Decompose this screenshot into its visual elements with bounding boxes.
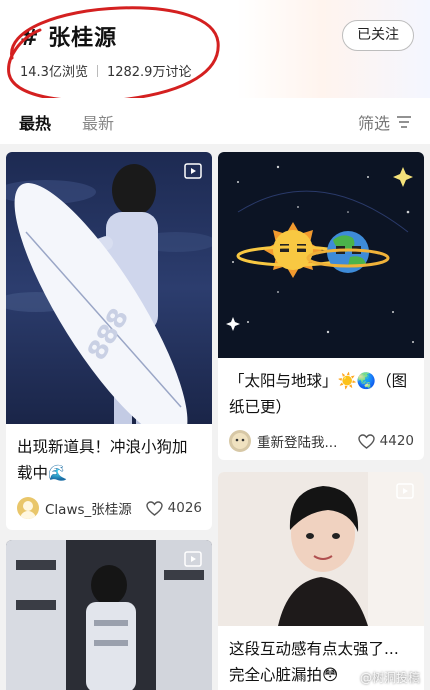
topic-title: # 张桂源 [20,26,118,51]
like-count: 4420 [379,433,414,449]
post-card[interactable] [6,540,212,690]
follow-button[interactable]: 已关注 [342,20,414,51]
tab-latest[interactable]: 最新 [82,110,114,134]
post-title[interactable]: 「太阳与地球」☀️🌏（图纸已更） [229,368,414,420]
filter-button[interactable]: 筛选 [358,110,412,134]
post-card[interactable]: 888 出现新道具！冲浪小狗加载中🌊 Claws_张桂源 4026 [6,152,212,530]
post-meta: Claws_张桂源 4026 [17,495,202,521]
post-thumbnail[interactable] [218,152,424,358]
topic-stats: 14.3亿浏览 1282.9万讨论 [20,61,191,80]
post-feed: 888 出现新道具！冲浪小狗加载中🌊 Claws_张桂源 4026 「太阳与地球… [0,144,430,690]
like-count: 4026 [167,500,202,516]
topic-header: # 张桂源 14.3亿浏览 1282.9万讨论 已关注 [0,0,430,98]
heart-icon [145,500,163,516]
stats-divider [96,64,98,77]
post-thumbnail[interactable] [6,540,212,690]
watermark: @树洞投稿 [359,671,420,685]
tab-hot[interactable]: 最热 [19,110,51,134]
avatar[interactable] [229,430,251,452]
discussion-count: 1282.9万讨论 [106,65,192,80]
sort-tabbar: 最热 最新 筛选 [0,98,430,144]
play-icon [184,551,202,567]
like-button[interactable]: 4420 [357,433,414,449]
heart-icon [357,433,375,449]
filter-label: 筛选 [357,114,390,133]
view-count: 14.3亿浏览 [20,65,88,80]
like-button[interactable]: 4026 [145,500,202,516]
post-thumbnail[interactable] [218,472,424,626]
post-title[interactable]: 出现新道具！冲浪小狗加载中🌊 [17,434,202,486]
play-icon [396,483,414,499]
avatar[interactable] [17,497,39,519]
post-meta: 重新登陆我... 4420 [229,428,414,454]
post-card[interactable]: 「太阳与地球」☀️🌏（图纸已更） 重新登陆我... 4420 [218,152,424,460]
author-name[interactable]: 重新登陆我... [257,431,358,451]
post-thumbnail[interactable]: 888 [6,152,212,424]
post-card[interactable]: 这段互动感有点太强了...完全心脏漏拍😳 [218,472,424,690]
play-icon [184,163,202,179]
filter-icon [397,116,411,128]
author-name[interactable]: Claws_张桂源 [45,498,146,518]
